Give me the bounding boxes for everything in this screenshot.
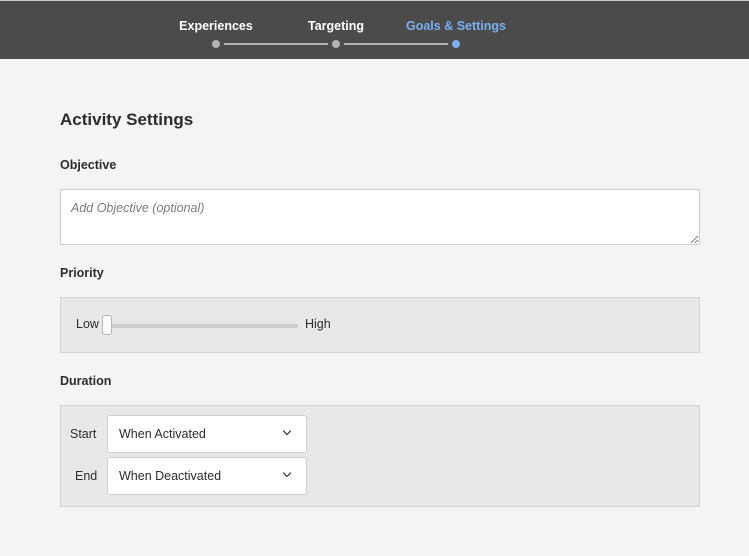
chevron-down-icon: [282, 430, 292, 436]
priority-label: Priority: [60, 266, 104, 280]
duration-label: Duration: [60, 374, 112, 388]
step-connector: [224, 43, 328, 45]
objective-label: Objective: [60, 158, 117, 172]
start-label: Start: [70, 427, 97, 441]
start-select[interactable]: When Activated: [107, 415, 307, 453]
step-dot-goals-settings[interactable]: [452, 40, 460, 48]
end-label: End: [75, 469, 98, 483]
step-dot-experiences[interactable]: [212, 40, 220, 48]
end-select[interactable]: When Deactivated: [107, 457, 307, 495]
step-targeting[interactable]: Targeting: [308, 19, 364, 33]
priority-low-label: Low: [76, 317, 99, 331]
priority-slider-handle[interactable]: [102, 315, 112, 335]
activity-stepper: Experiences Targeting Goals & Settings: [0, 0, 749, 59]
priority-high-label: High: [305, 317, 331, 331]
priority-slider-track[interactable]: [108, 324, 298, 328]
start-select-value: When Activated: [119, 427, 206, 441]
end-select-value: When Deactivated: [119, 469, 222, 483]
duration-panel: Start When Activated End When Deactivate…: [60, 405, 700, 507]
step-goals-settings[interactable]: Goals & Settings: [406, 19, 506, 33]
step-connector: [344, 43, 448, 45]
objective-field[interactable]: [60, 189, 700, 245]
priority-panel: Low High: [60, 297, 700, 353]
chevron-down-icon: [282, 472, 292, 478]
page-title: Activity Settings: [60, 110, 194, 129]
step-dot-targeting[interactable]: [332, 40, 340, 48]
step-experiences[interactable]: Experiences: [179, 19, 253, 33]
